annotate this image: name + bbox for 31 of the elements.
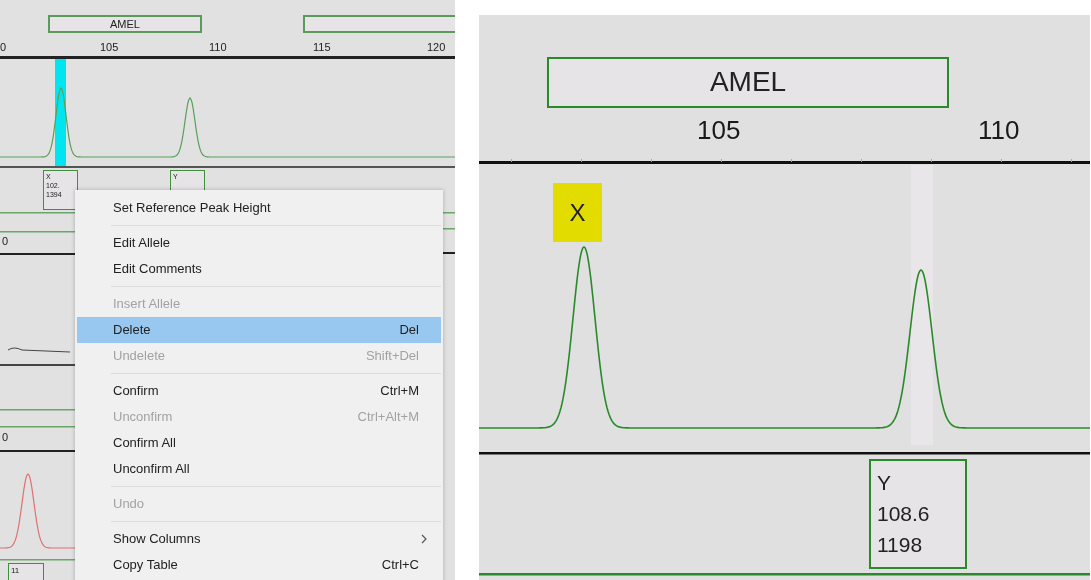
axis-line (443, 252, 455, 254)
axis-tick-label: 110 (978, 117, 1020, 143)
menu-item[interactable]: Unconfirm All (77, 456, 441, 482)
axis-tick-label: 105 (697, 117, 741, 143)
menu-item[interactable]: Edit Comments (77, 256, 441, 282)
shortcut-label: Ctrl+Alt+M (357, 408, 419, 427)
menu-item[interactable]: Edit Allele (77, 230, 441, 256)
allele-label: 11 (8, 563, 44, 580)
menu-item[interactable]: Confirm Ctrl+M (77, 378, 441, 404)
shortcut-label: Ctrl+M (380, 382, 419, 401)
axis-tick-label: 0 (2, 236, 9, 247)
shortcut-label: Shift+Del (365, 347, 419, 366)
locus-label: AMEL (547, 57, 949, 108)
trace-line (7, 347, 71, 353)
axis-tick-label: 110 (209, 42, 227, 53)
allele-label: Y 108.6 1198 (869, 459, 967, 569)
axis-tick-label: 0 (0, 42, 7, 53)
allele-call-label: X (553, 183, 602, 242)
shortcut-label: Ctrl+C (381, 556, 419, 575)
axis-tick-label: 120 (427, 42, 446, 53)
menu-item[interactable]: Delete Del (77, 317, 441, 343)
menu-item[interactable]: Confirm All (77, 430, 441, 456)
chevron-icon (421, 534, 427, 544)
axis-tick-label: 0 (2, 432, 9, 443)
axis-tick-label: 105 (100, 42, 119, 53)
shortcut-label: Del (399, 321, 419, 340)
locus-label: AMEL (48, 15, 202, 33)
menu-item[interactable]: Copy Table Ctrl+C (77, 552, 441, 578)
menu-item[interactable]: Show Columns (77, 526, 441, 552)
axis-tick-label: 115 (313, 42, 331, 53)
baseline-line (443, 228, 455, 230)
